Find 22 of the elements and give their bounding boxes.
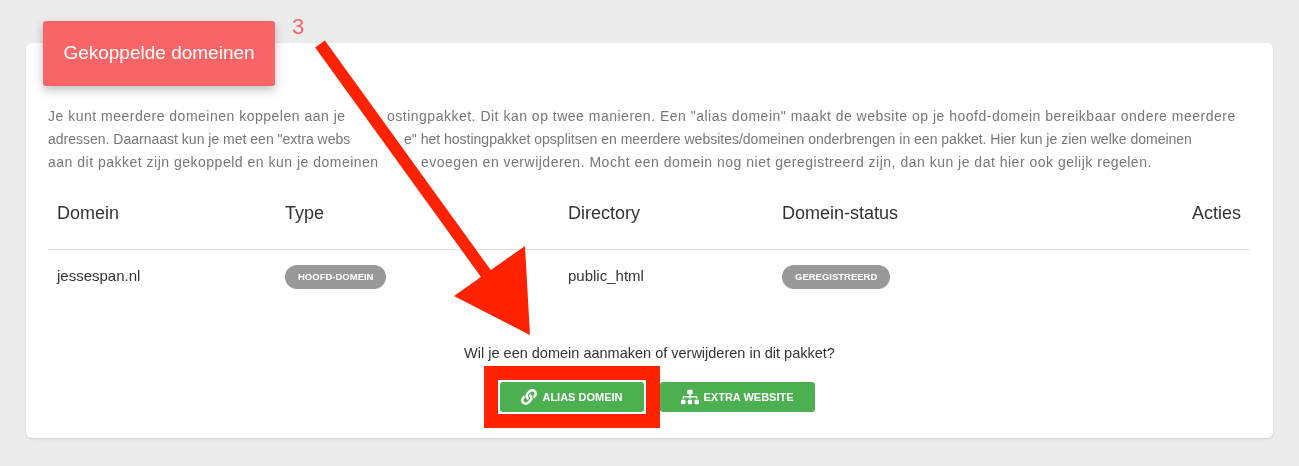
column-header: Domein — [57, 203, 120, 223]
sitemap-icon — [680, 388, 699, 406]
link-icon — [521, 389, 538, 405]
description-text: aan dit pakket zijn gekoppeld en kun je domeinen — [48, 154, 379, 170]
type-badge: HOOFD-DOMEIN — [285, 265, 387, 290]
description-text: e" het hostingpakket opsplitsen en meerdere websites/domeinen onderbrengen in een pakket. Hier kun je zien welke domeinen — [404, 130, 1192, 149]
column-header: Directory — [568, 203, 640, 223]
table-cell: public_html — [568, 267, 644, 285]
column-header: Acties — [1191, 203, 1241, 223]
column-header: Domein-status — [782, 203, 899, 223]
column-header: Type — [285, 203, 325, 223]
extra-website-button[interactable]: EXTRA WEBSITE — [659, 382, 815, 412]
status-badge: GEREGISTREERD — [782, 265, 891, 290]
alias-domain-button[interactable]: ALIAS DOMEIN — [500, 382, 644, 412]
description-text: adressen. Daarnaast kun je met een "extra webs — [48, 131, 351, 147]
prompt-text: Wil je een domein aanmaken of verwijderen in dit pakket? — [464, 344, 835, 364]
step-number: 3 — [292, 13, 305, 41]
description-text: evoegen en verwijderen. Mocht een domein nog niet geregistreerd zijn, dan kun je dat hier ook gelijk regelen. — [421, 153, 1152, 172]
card-title: Gekoppelde domeinen — [43, 21, 275, 86]
description-text: ostingpakket. Dit kan op twee manieren. Een "alias domein" maakt de website op je hoofd-domein bereikbaar ondere meerdere — [387, 107, 1236, 126]
description-text: Je kunt meerdere domeinen koppelen aan je — [48, 108, 346, 124]
table-cell: jessespan.nl — [57, 267, 141, 285]
